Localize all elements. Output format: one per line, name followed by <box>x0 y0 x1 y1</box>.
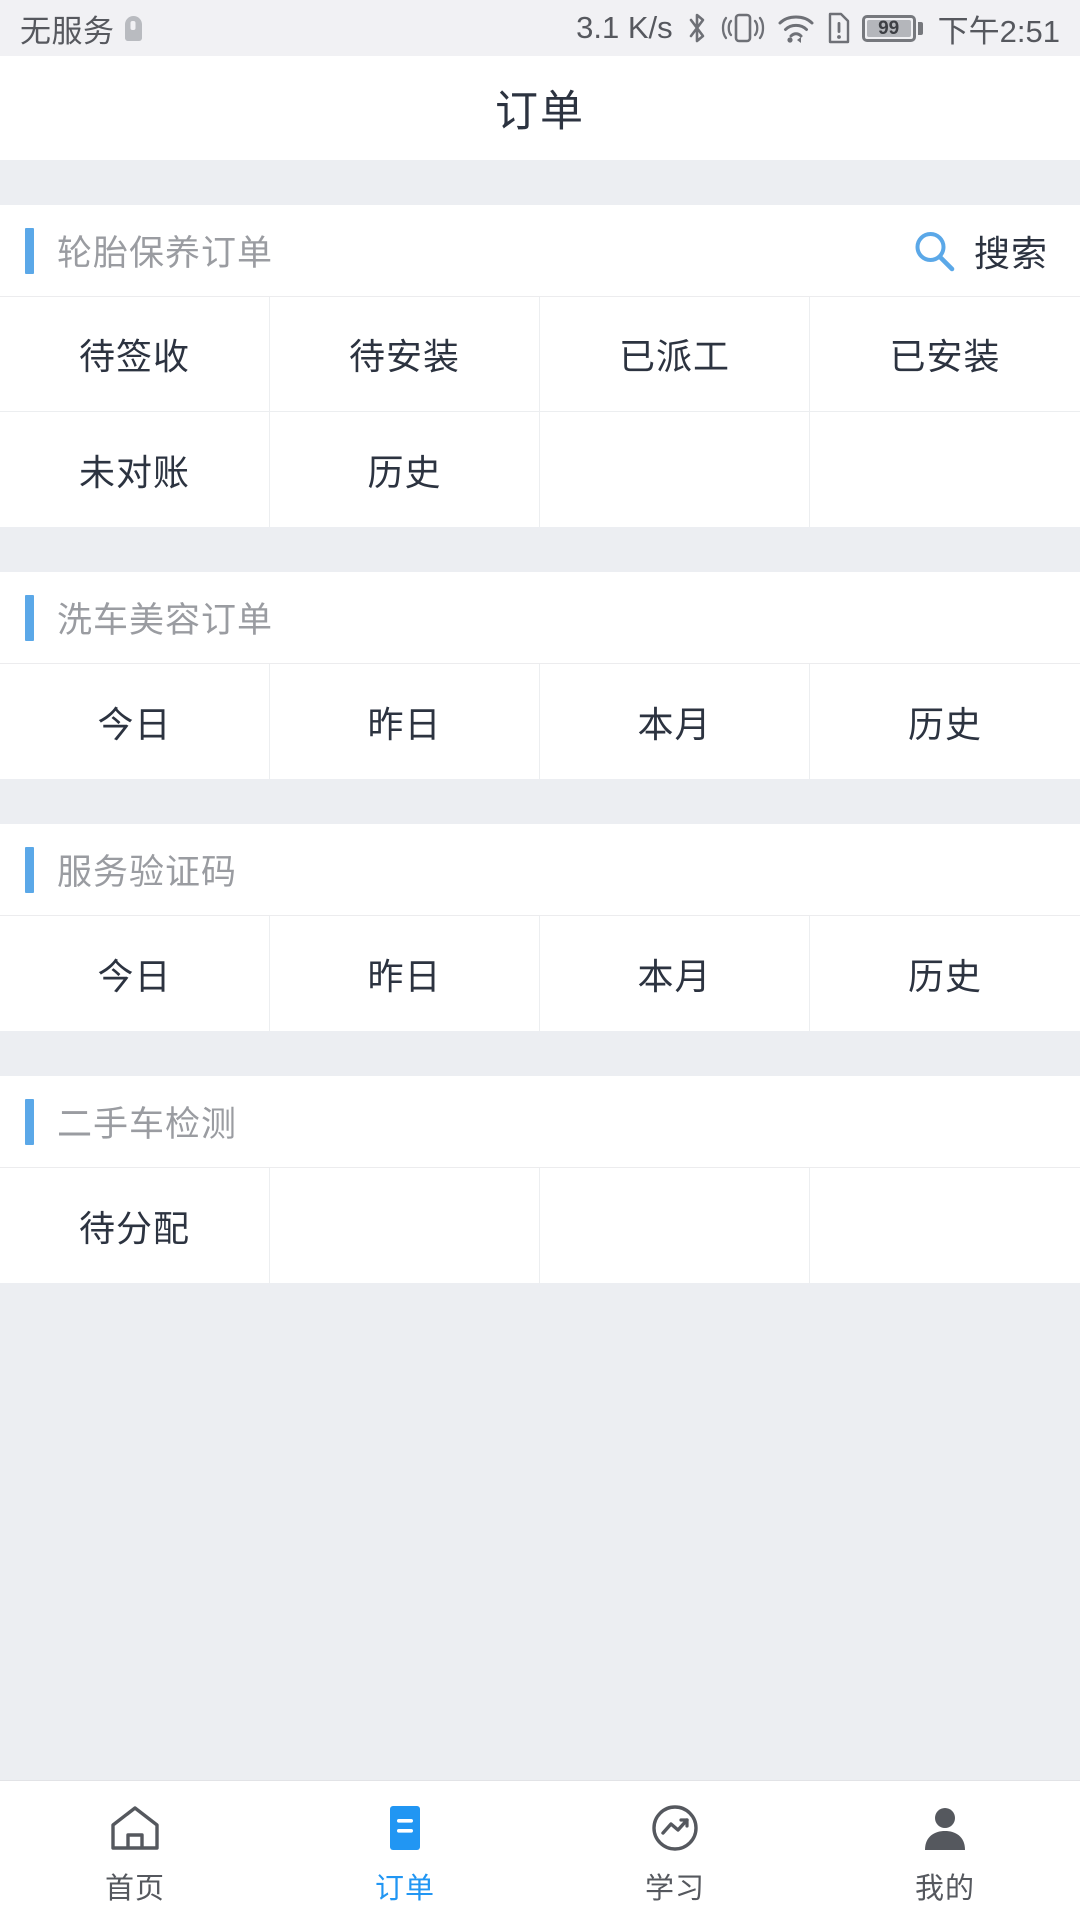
grid-cell-history[interactable]: 历史 <box>810 664 1080 779</box>
carrier-label: 无服务 <box>20 13 115 49</box>
accent-bar <box>25 846 34 893</box>
section-title: 洗车美容订单 <box>57 601 274 640</box>
section-card-used-car-inspection: 二手车检测 待分配 <box>0 1076 1080 1283</box>
tab-mine-label: 我的 <box>914 1873 975 1905</box>
grid-cell-pending-install[interactable]: 待安装 <box>270 297 540 412</box>
section-card-tire-maintenance: 轮胎保养订单 搜索 待签收 待安装 已派工 已安装 未对账 历史 <box>0 205 1080 527</box>
grid-cell-history[interactable]: 历史 <box>270 412 540 527</box>
section-title: 服务验证码 <box>57 853 238 892</box>
section-gap <box>0 779 1080 824</box>
accent-bar <box>25 594 34 641</box>
order-list-icon <box>377 1800 433 1856</box>
content-filler <box>0 1283 1080 1780</box>
grid-cell-yesterday[interactable]: 昨日 <box>270 664 540 779</box>
section-card-service-verification-code: 服务验证码 今日 昨日 本月 历史 <box>0 824 1080 1031</box>
section-grid: 待分配 <box>0 1168 1080 1283</box>
grid-cell-dispatched[interactable]: 已派工 <box>540 297 810 412</box>
grid-cell-today[interactable]: 今日 <box>0 664 270 779</box>
grid-cell-this-month[interactable]: 本月 <box>540 916 810 1031</box>
network-speed-label: 3.1 K/s <box>576 10 673 45</box>
tab-home[interactable]: 首页 <box>0 1781 270 1920</box>
grid-cell-empty <box>270 1168 540 1283</box>
section-gap <box>0 160 1080 205</box>
grid-cell-empty <box>540 412 810 527</box>
clock-label: 下午2:51 <box>937 13 1060 49</box>
search-icon <box>915 231 955 271</box>
grid-cell-this-month[interactable]: 本月 <box>540 664 810 779</box>
grid-cell-empty <box>810 1168 1080 1283</box>
wifi-icon <box>778 15 814 43</box>
grid-cell-empty <box>540 1168 810 1283</box>
tab-home-label: 首页 <box>104 1873 165 1905</box>
status-bar: 无服务 3.1 K/s 99 下午2:51 <box>0 0 1080 56</box>
grid-cell-pending-assignment[interactable]: 待分配 <box>0 1168 270 1283</box>
section-gap <box>0 527 1080 572</box>
grid-cell-yesterday[interactable]: 昨日 <box>270 916 540 1031</box>
tab-study[interactable]: 学习 <box>540 1781 810 1920</box>
tab-study-label: 学习 <box>644 1873 705 1905</box>
vibrate-icon <box>721 13 764 43</box>
grid-cell-pending-receipt[interactable]: 待签收 <box>0 297 270 412</box>
page-title: 订单 <box>495 88 585 136</box>
section-header: 轮胎保养订单 搜索 <box>0 205 1080 297</box>
section-title: 二手车检测 <box>57 1105 238 1144</box>
tab-mine[interactable]: 我的 <box>810 1781 1080 1920</box>
sim-alert-icon <box>828 12 849 44</box>
section-grid: 今日 昨日 本月 历史 <box>0 664 1080 779</box>
title-bar: 订单 <box>0 56 1080 160</box>
bottom-tab-bar: 首页 订单 学习 我的 <box>0 1780 1080 1920</box>
section-header: 服务验证码 <box>0 824 1080 916</box>
search-button[interactable]: 搜索 <box>906 219 1052 283</box>
chart-circle-icon <box>647 1800 703 1856</box>
tab-orders-label: 订单 <box>374 1873 435 1905</box>
section-gap <box>0 1031 1080 1076</box>
accent-bar <box>25 1098 34 1145</box>
grid-cell-installed[interactable]: 已安装 <box>810 297 1080 412</box>
tab-orders[interactable]: 订单 <box>270 1781 540 1920</box>
battery-level-label: 99 <box>878 17 900 39</box>
grid-cell-empty <box>810 412 1080 527</box>
bluetooth-icon <box>689 13 704 43</box>
section-card-car-wash: 洗车美容订单 今日 昨日 本月 历史 <box>0 572 1080 779</box>
section-grid: 待签收 待安装 已派工 已安装 未对账 历史 <box>0 297 1080 527</box>
app-screen: 无服务 3.1 K/s 99 下午2:51 订单 轮胎保养订单 搜索 待签收 待… <box>0 0 1080 1920</box>
grid-cell-today[interactable]: 今日 <box>0 916 270 1031</box>
status-bar-left: 无服务 <box>20 6 142 51</box>
section-title: 轮胎保养订单 <box>57 234 274 273</box>
battery-icon: 99 <box>861 14 923 42</box>
section-grid: 今日 昨日 本月 历史 <box>0 916 1080 1031</box>
person-icon <box>917 1800 973 1856</box>
accent-bar <box>25 227 34 274</box>
grid-cell-unreconciled[interactable]: 未对账 <box>0 412 270 527</box>
status-bar-right: 3.1 K/s 99 下午2:51 <box>576 6 1060 51</box>
section-header: 洗车美容订单 <box>0 572 1080 664</box>
section-header: 二手车检测 <box>0 1076 1080 1168</box>
sim-card-icon <box>124 15 142 41</box>
grid-cell-history[interactable]: 历史 <box>810 916 1080 1031</box>
home-icon <box>107 1800 163 1856</box>
content-scroll[interactable]: 轮胎保养订单 搜索 待签收 待安装 已派工 已安装 未对账 历史 洗车美容订单 … <box>0 160 1080 1780</box>
search-button-label: 搜索 <box>973 232 1048 274</box>
